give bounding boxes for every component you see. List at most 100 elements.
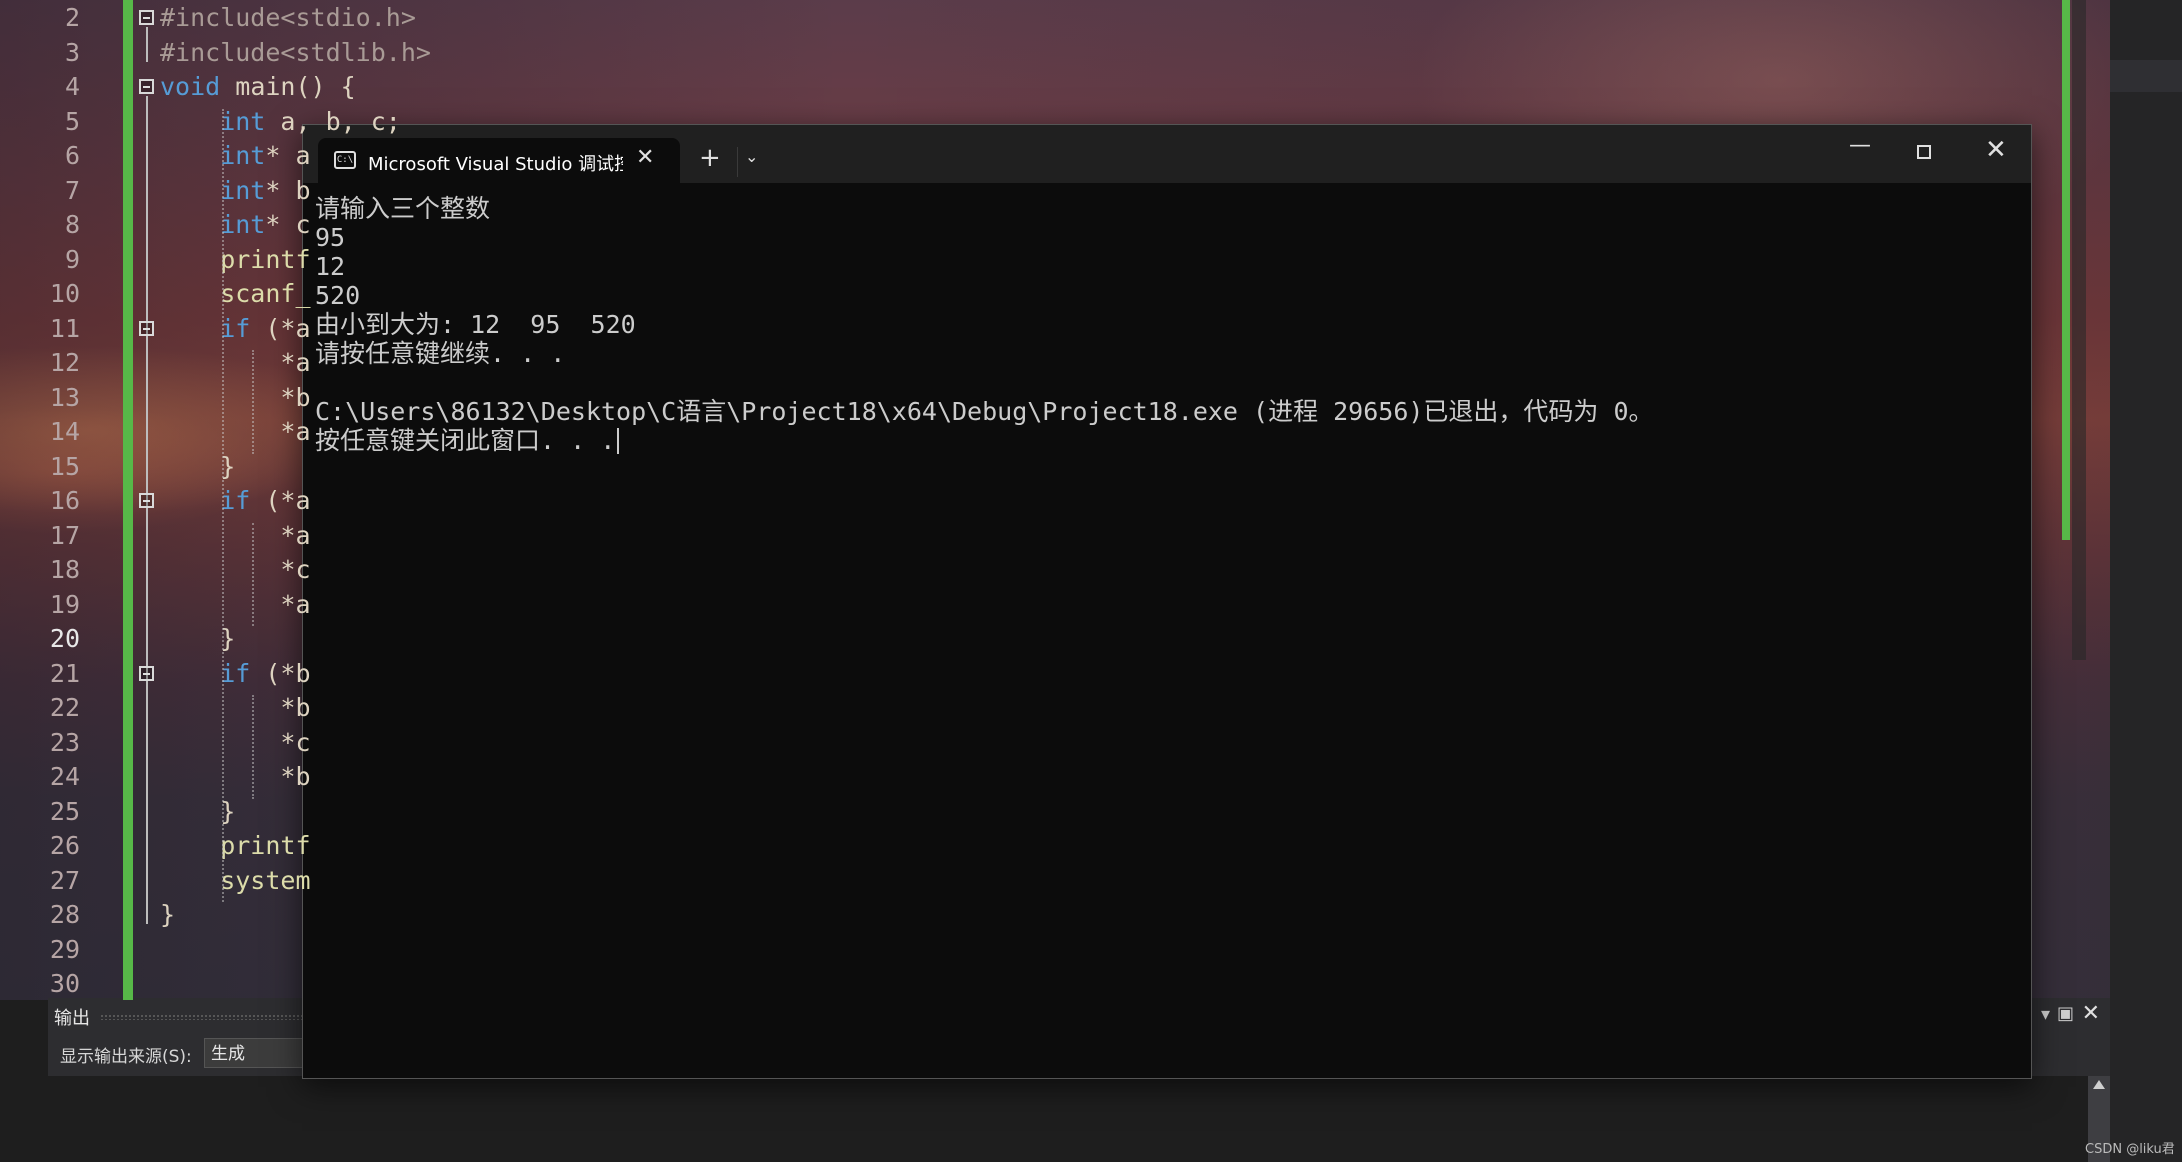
fold-toggle-icon[interactable]	[139, 320, 154, 336]
output-source-label: 显示输出来源(S):	[60, 1047, 192, 1067]
code-line[interactable]: if (*a	[160, 312, 310, 347]
code-token: int	[160, 210, 266, 239]
line-number: 10	[49, 279, 80, 308]
minimize-button[interactable]: —	[1849, 133, 1871, 158]
tab-close-icon[interactable]: ✕	[636, 145, 654, 170]
line-number: 21	[49, 658, 80, 688]
line-number: 24	[49, 762, 80, 791]
code-line[interactable]: *b	[160, 691, 310, 726]
code-line[interactable]: #include<stdlib.h>	[160, 36, 431, 71]
console-line-text: 95	[315, 223, 346, 252]
console-line: 520	[315, 281, 2019, 310]
code-token: int	[160, 175, 266, 205]
code-token: *a	[160, 589, 311, 619]
line-number: 5	[64, 106, 80, 136]
text-cursor	[617, 428, 620, 454]
output-panel-title: 输出	[54, 1008, 90, 1029]
line-number: 18	[49, 555, 80, 584]
code-line[interactable]: #include<stdio.h>	[160, 1, 416, 36]
fold-region-line	[146, 27, 148, 62]
editor-vertical-scrollbar[interactable]	[2072, 0, 2086, 660]
code-line[interactable]: *c	[160, 553, 311, 588]
code-token: void	[160, 72, 221, 101]
code-line[interactable]: *b	[160, 381, 310, 416]
console-output[interactable]: 请输入三个整数 95 12 520 由小到大为: 12 95 520 请按任意键继续. .…	[315, 194, 2019, 1078]
line-number: 28	[49, 900, 80, 929]
change-indicator-bar	[123, 0, 133, 1000]
close-panel-icon[interactable]: ✕	[2082, 1001, 2100, 1026]
indent-guide	[252, 350, 254, 454]
fold-toggle-icon[interactable]	[139, 10, 154, 25]
code-line[interactable]: *b	[160, 760, 310, 795]
output-text-area[interactable]	[48, 1076, 2088, 1162]
maximize-button[interactable]	[1917, 145, 1931, 159]
scroll-up-arrow-icon[interactable]	[2093, 1080, 2105, 1089]
code-line[interactable]: int a, b, c;	[160, 105, 401, 140]
line-number: 19	[49, 589, 80, 619]
tab-separator	[737, 147, 738, 177]
terminal-icon: C:\	[334, 151, 356, 169]
console-line-text: 12	[315, 252, 346, 281]
code-line[interactable]: void main() {	[160, 70, 356, 105]
line-number: 25	[49, 796, 80, 826]
code-line[interactable]: scanf_	[160, 277, 310, 312]
line-number: 16	[49, 486, 80, 515]
console-line: 由小到大为: 12 95 520	[315, 310, 2019, 339]
code-token: int	[160, 106, 266, 136]
code-token: printf	[160, 831, 311, 860]
line-number: 13	[49, 382, 80, 412]
code-line[interactable]: *c	[160, 726, 310, 761]
line-number: 2	[64, 3, 80, 32]
code-line[interactable]: int* b	[160, 174, 310, 209]
code-line[interactable]: *a	[160, 346, 310, 381]
console-line-text: 请按任意键继续. . .	[315, 339, 566, 368]
fold-toggle-icon[interactable]	[139, 79, 154, 94]
code-token: #include<stdio.h>	[160, 3, 416, 32]
code-token: * c	[265, 210, 311, 239]
window-position-icon[interactable]: ▾	[2041, 1004, 2050, 1025]
indent-guide	[222, 108, 224, 902]
new-tab-button[interactable]: +	[699, 143, 721, 173]
code-line[interactable]: int* a	[160, 139, 310, 174]
console-line-text: C:\Users\86132\Desktop\C语言\Project18\x64…	[315, 397, 1654, 426]
close-window-button[interactable]: ✕	[1985, 135, 2007, 165]
maximize-panel-icon[interactable]: ▣	[2057, 1003, 2074, 1024]
code-token: (*b	[250, 658, 311, 688]
code-line[interactable]: system	[160, 864, 310, 899]
line-number: 8	[64, 210, 80, 239]
code-line[interactable]: *a	[160, 415, 310, 450]
line-number: 9	[64, 244, 80, 274]
line-number: 26	[49, 831, 80, 860]
fold-region-line	[146, 682, 148, 821]
debug-console-window[interactable]: C:\ Microsoft Visual Studio 调试控制台 ✕ + ⌄ …	[302, 124, 2032, 1079]
indent-guide	[252, 522, 254, 626]
code-line[interactable]: if (*a	[160, 484, 310, 519]
code-token: main() {	[220, 72, 356, 101]
console-tab[interactable]: C:\ Microsoft Visual Studio 调试控制台 ✕	[318, 138, 680, 183]
line-number: 20	[49, 624, 80, 653]
code-line[interactable]: int* c	[160, 208, 311, 243]
tab-dropdown-chevron-icon[interactable]: ⌄	[745, 147, 758, 166]
editor-scroll-indicator	[2062, 0, 2070, 540]
right-side-panel	[2110, 0, 2182, 1162]
line-number: 17	[49, 520, 80, 550]
fold-toggle-icon[interactable]	[139, 665, 154, 681]
code-line[interactable]: }	[160, 898, 175, 933]
indent-guide	[252, 695, 254, 799]
line-number: 30	[49, 969, 80, 998]
fold-region-line	[146, 510, 148, 648]
code-token: *c	[160, 555, 311, 584]
code-line[interactable]: printf	[160, 829, 311, 864]
console-line: 12	[315, 252, 2019, 281]
code-line[interactable]: if (*b	[160, 657, 311, 692]
code-line[interactable]: *a	[160, 588, 311, 623]
right-panel-selection	[2110, 60, 2182, 92]
line-number: 11	[49, 313, 80, 343]
code-line[interactable]: *a	[160, 519, 310, 554]
title-bar[interactable]: C:\ Microsoft Visual Studio 调试控制台 ✕ + ⌄ …	[303, 125, 2031, 183]
line-number: 15	[49, 451, 80, 481]
console-line: 95	[315, 223, 2019, 252]
code-line[interactable]: printf	[160, 243, 310, 278]
fold-toggle-icon[interactable]	[139, 493, 154, 508]
